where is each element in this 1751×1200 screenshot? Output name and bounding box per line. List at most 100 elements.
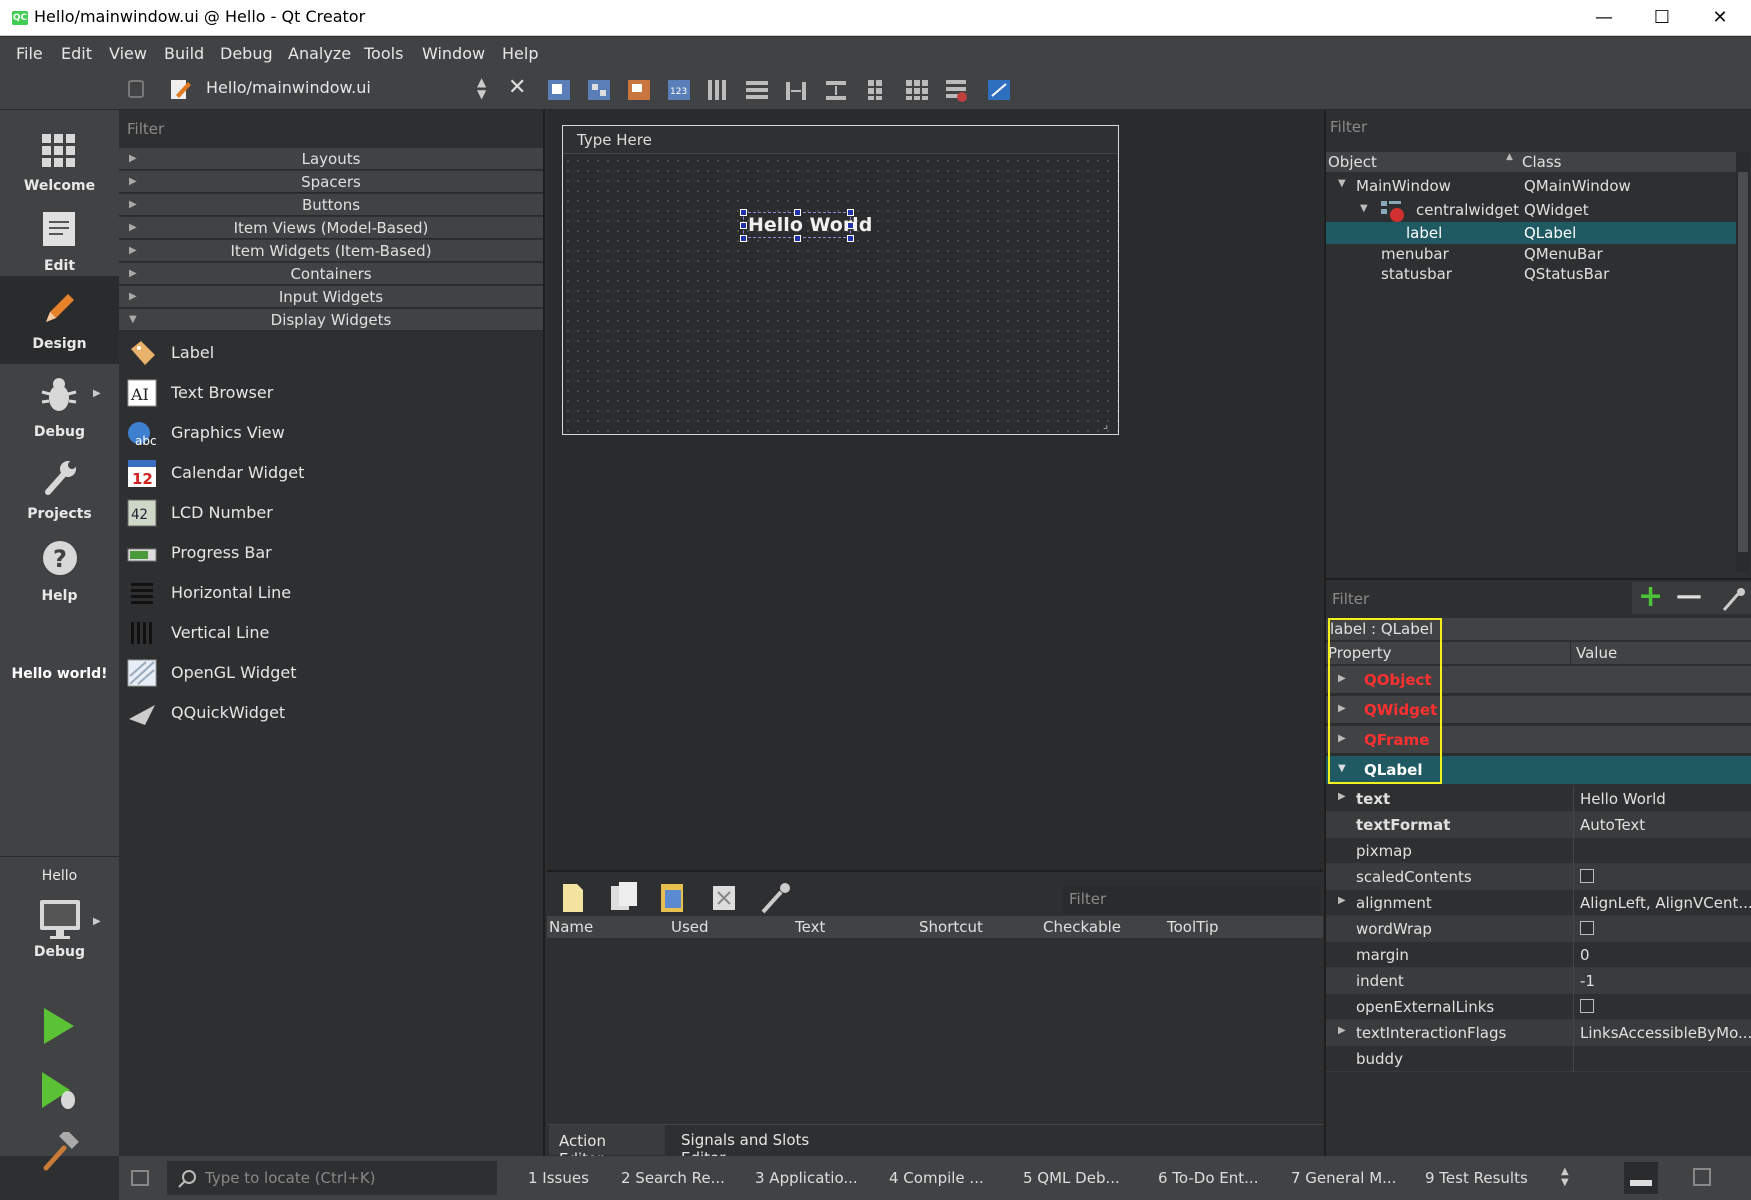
menu-debug[interactable]: Debug <box>220 44 273 63</box>
property-row-textformat[interactable]: textFormat AutoText <box>1326 812 1751 838</box>
delete-action-icon[interactable] <box>713 886 735 910</box>
column-header[interactable]: Used <box>671 918 709 936</box>
configure-icon[interactable] <box>1720 586 1748 612</box>
menu-view[interactable]: View <box>109 44 147 63</box>
category-layouts[interactable]: ▶ Layouts <box>119 148 543 170</box>
property-value[interactable]: AlignLeft, AlignVCent... <box>1580 894 1751 912</box>
property-value[interactable]: AutoText <box>1580 816 1645 834</box>
category-containers[interactable]: ▶ Containers <box>119 263 543 285</box>
widget-label[interactable]: Label <box>127 333 537 373</box>
property-value[interactable] <box>1580 869 1594 887</box>
edit-widgets-icon[interactable] <box>548 80 570 100</box>
property-row-pixmap[interactable]: pixmap <box>1326 838 1751 864</box>
remove-property-icon[interactable]: — <box>1676 581 1702 611</box>
lock-icon[interactable] <box>128 80 144 98</box>
widget-graphics-view[interactable]: abc Graphics View <box>127 413 537 453</box>
size-grip-icon[interactable]: ⌟ <box>1103 418 1108 431</box>
pane-search-results[interactable]: 2 Search Re... <box>621 1169 725 1187</box>
pane-qml-debugger[interactable]: 5 QML Deb... <box>1023 1169 1120 1187</box>
property-value[interactable]: Hello World <box>1580 790 1666 808</box>
maximize-icon[interactable]: ☐ <box>1633 0 1691 36</box>
output-pane-toggle-icon[interactable] <box>1624 1162 1658 1194</box>
close-document-icon[interactable]: ✕ <box>508 75 526 100</box>
menu-edit[interactable]: Edit <box>61 44 92 63</box>
category-item-widgets[interactable]: ▶ Item Widgets (Item-Based) <box>119 240 543 262</box>
widget-lcd-number[interactable]: 42 LCD Number <box>127 493 537 533</box>
menu-file[interactable]: File <box>16 44 43 63</box>
debug-run-icon[interactable] <box>40 1070 80 1112</box>
scrollbar-thumb[interactable] <box>1738 172 1748 552</box>
menu-window[interactable]: Window <box>422 44 485 63</box>
build-hammer-icon[interactable] <box>40 1132 80 1172</box>
layout-horizontal-icon[interactable] <box>708 80 726 100</box>
mode-edit[interactable]: Edit <box>0 202 119 284</box>
mode-projects[interactable]: Projects <box>0 450 119 532</box>
minimize-icon[interactable]: — <box>1575 0 1633 36</box>
widget-filter-input[interactable]: Filter <box>127 120 164 138</box>
pane-application-output[interactable]: 3 Applicatio... <box>755 1169 858 1187</box>
column-header[interactable]: Checkable <box>1043 918 1121 936</box>
menu-tools[interactable]: Tools <box>364 44 403 63</box>
resize-handle[interactable] <box>740 209 747 216</box>
right-sidebar-toggle-icon[interactable] <box>1693 1168 1711 1186</box>
file-switch-icon[interactable]: ▲ ▼ <box>477 76 486 100</box>
layout-vertical-icon[interactable] <box>746 81 768 99</box>
layout-h-splitter-icon[interactable] <box>786 82 806 100</box>
layout-form-icon[interactable] <box>868 80 882 100</box>
property-row-buddy[interactable]: buddy <box>1326 1046 1751 1072</box>
resize-handle[interactable] <box>794 235 801 242</box>
checkbox[interactable] <box>1580 921 1594 935</box>
kit-selector[interactable]: ▶ Debug <box>0 894 119 974</box>
checkbox[interactable] <box>1580 999 1594 1013</box>
locator[interactable]: Type to locate (Ctrl+K) <box>167 1161 497 1195</box>
run-icon[interactable] <box>42 1006 76 1046</box>
property-row-indent[interactable]: indent -1 <box>1326 968 1751 994</box>
tree-row-mainwindow[interactable]: ▼ MainWindow QMainWindow <box>1326 174 1751 200</box>
hello-label[interactable]: Hello World <box>740 209 872 242</box>
column-header[interactable]: Class <box>1522 153 1561 171</box>
resize-handle[interactable] <box>740 235 747 242</box>
resize-handle[interactable] <box>847 222 854 229</box>
widget-horizontal-line[interactable]: Horizontal Line <box>127 573 537 613</box>
tab-signals-slots[interactable]: Signals and Slots Editor <box>669 1125 865 1167</box>
break-layout-icon[interactable] <box>946 80 967 102</box>
category-buttons[interactable]: ▶ Buttons <box>119 194 543 216</box>
locator-input[interactable]: Type to locate (Ctrl+K) <box>205 1169 376 1187</box>
property-filter-input[interactable]: Filter <box>1332 590 1369 608</box>
tree-row-centralwidget[interactable]: ▼ centralwidget QWidget <box>1326 198 1751 224</box>
resize-handle[interactable] <box>847 209 854 216</box>
pane-general-messages[interactable]: 7 General M... <box>1291 1169 1396 1187</box>
tree-row-label[interactable]: label QLabel <box>1326 222 1736 244</box>
column-header[interactable]: Value <box>1576 644 1617 662</box>
checkbox[interactable] <box>1580 869 1594 883</box>
widget-calendar[interactable]: 12 Calendar Widget <box>127 453 537 493</box>
menu-help[interactable]: Help <box>502 44 538 63</box>
property-value[interactable]: -1 <box>1580 972 1595 990</box>
property-row-wordwrap[interactable]: wordWrap <box>1326 916 1751 942</box>
toggle-sidebar-icon[interactable] <box>131 1170 149 1186</box>
widget-vertical-line[interactable]: Vertical Line <box>127 613 537 653</box>
property-row-openexternallinks[interactable]: openExternalLinks <box>1326 994 1751 1020</box>
widget-text-browser[interactable]: AI Text Browser <box>127 373 537 413</box>
mode-help[interactable]: ? Help <box>0 532 119 614</box>
pane-switch-icon[interactable]: ▲ ▼ <box>1561 1166 1569 1188</box>
object-filter-input[interactable]: Filter <box>1330 118 1367 136</box>
column-header[interactable]: Name <box>549 918 593 936</box>
layout-v-splitter-icon[interactable] <box>826 81 846 100</box>
edit-tab-order-icon[interactable]: 123 <box>668 80 690 100</box>
resize-handle[interactable] <box>847 235 854 242</box>
edit-buddies-icon[interactable] <box>628 80 650 100</box>
mode-welcome[interactable]: Welcome <box>0 118 119 200</box>
new-action-icon[interactable] <box>563 884 583 912</box>
column-header[interactable]: Object <box>1328 153 1377 171</box>
form-menubar[interactable]: Type Here <box>563 126 1118 154</box>
pane-compile-output[interactable]: 4 Compile ... <box>889 1169 984 1187</box>
layout-grid-icon[interactable] <box>906 80 928 100</box>
menu-analyze[interactable]: Analyze <box>288 44 351 63</box>
property-row-scaledcontents[interactable]: scaledContents <box>1326 864 1751 890</box>
category-display-widgets[interactable]: ▼ Display Widgets <box>119 309 543 331</box>
property-value[interactable] <box>1580 921 1594 939</box>
tab-action-editor[interactable]: Action Editor <box>549 1125 665 1168</box>
mode-debug[interactable]: ▶ Debug <box>0 368 119 450</box>
category-spacers[interactable]: ▶ Spacers <box>119 171 543 193</box>
